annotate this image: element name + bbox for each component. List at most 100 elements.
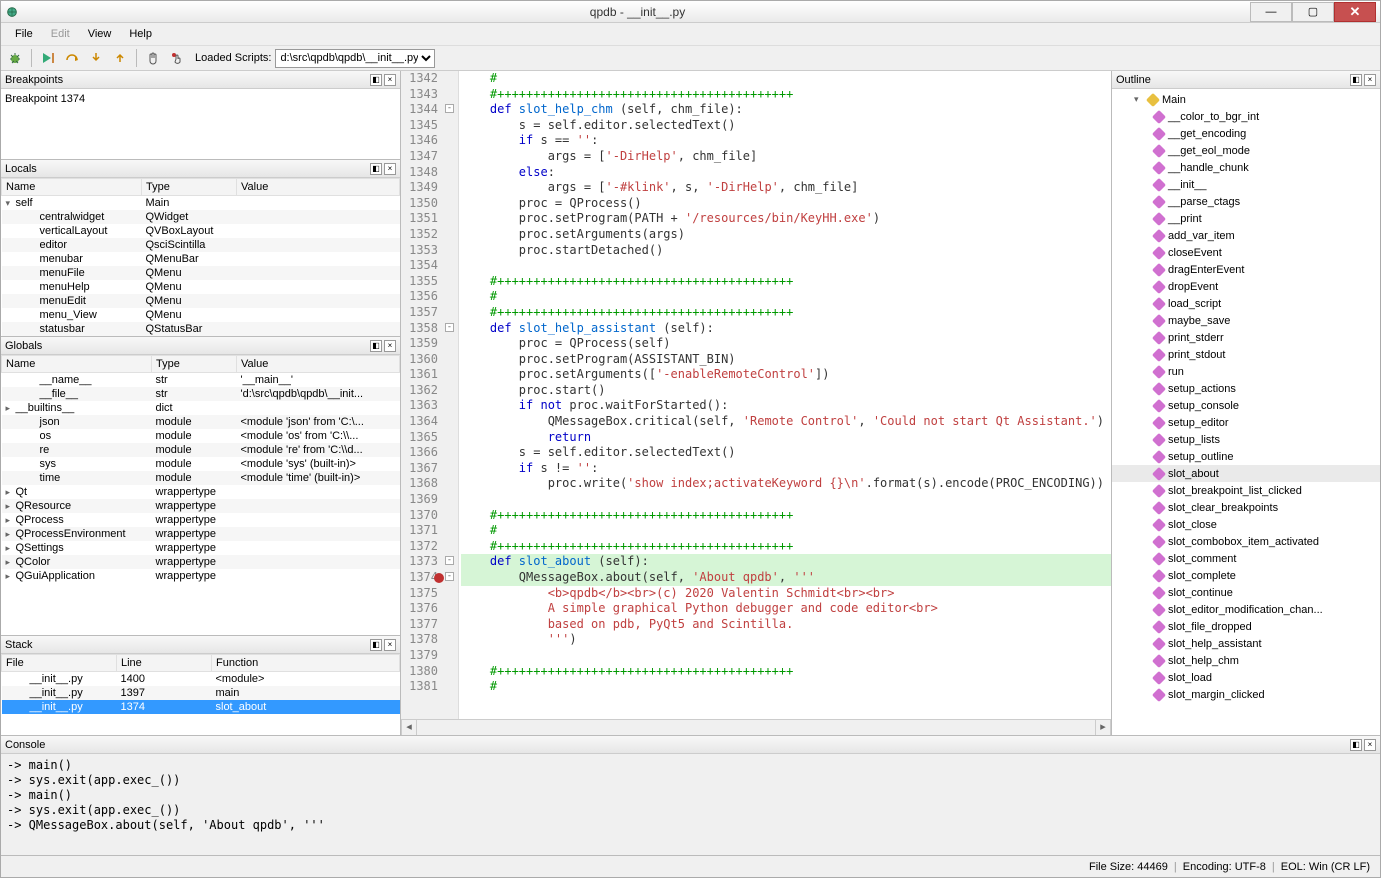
code-line[interactable]: ''') bbox=[461, 632, 1111, 648]
step-into-icon[interactable] bbox=[86, 48, 106, 68]
loaded-scripts-select[interactable]: d:\src\qpdb\qpdb\__init__.py bbox=[275, 49, 435, 68]
code-line[interactable]: #+++++++++++++++++++++++++++++++++++++++… bbox=[461, 87, 1111, 103]
code-line[interactable]: #+++++++++++++++++++++++++++++++++++++++… bbox=[461, 305, 1111, 321]
outline-item[interactable]: slot_help_assistant bbox=[1112, 635, 1380, 652]
float-icon[interactable]: ◧ bbox=[1350, 74, 1362, 86]
code-editor[interactable]: 134213431344-134513461347134813491350135… bbox=[401, 71, 1111, 719]
outline-body[interactable]: ▾Main__color_to_bgr_int__get_encoding__g… bbox=[1112, 89, 1380, 735]
code-line[interactable]: #+++++++++++++++++++++++++++++++++++++++… bbox=[461, 539, 1111, 555]
outline-item[interactable]: closeEvent bbox=[1112, 244, 1380, 261]
tree-row[interactable]: ▸Qtwrappertype bbox=[2, 485, 400, 499]
code-line[interactable] bbox=[461, 648, 1111, 664]
outline-item[interactable]: slot_breakpoint_list_clicked bbox=[1112, 482, 1380, 499]
tree-row[interactable]: menubarQMenuBar bbox=[2, 252, 400, 266]
code-line[interactable] bbox=[461, 492, 1111, 508]
code-line[interactable]: # bbox=[461, 71, 1111, 87]
outline-item[interactable]: slot_load bbox=[1112, 669, 1380, 686]
outline-item[interactable]: maybe_save bbox=[1112, 312, 1380, 329]
float-icon[interactable]: ◧ bbox=[370, 74, 382, 86]
menu-file[interactable]: File bbox=[7, 26, 41, 42]
code-line[interactable]: s = self.editor.selectedText() bbox=[461, 445, 1111, 461]
tree-row[interactable]: timemodule<module 'time' (built-in)> bbox=[2, 471, 400, 485]
outline-item[interactable]: slot_file_dropped bbox=[1112, 618, 1380, 635]
stack-body[interactable]: FileLineFunction __init__.py1400<module>… bbox=[1, 654, 400, 735]
code-line[interactable]: proc.start() bbox=[461, 383, 1111, 399]
outline-item[interactable]: slot_combobox_item_activated bbox=[1112, 533, 1380, 550]
debug-bug-icon[interactable] bbox=[5, 48, 25, 68]
outline-item[interactable]: slot_complete bbox=[1112, 567, 1380, 584]
close-icon[interactable]: × bbox=[1364, 739, 1376, 751]
code-line[interactable]: def slot_about (self): bbox=[461, 554, 1111, 570]
tree-row[interactable]: menu_ViewQMenu bbox=[2, 308, 400, 322]
outline-item[interactable]: slot_clear_breakpoints bbox=[1112, 499, 1380, 516]
outline-item[interactable]: slot_margin_clicked bbox=[1112, 686, 1380, 703]
menu-view[interactable]: View bbox=[80, 26, 120, 42]
outline-item[interactable]: __get_eol_mode bbox=[1112, 142, 1380, 159]
outline-item[interactable]: run bbox=[1112, 363, 1380, 380]
minimize-button[interactable]: — bbox=[1250, 2, 1292, 22]
close-icon[interactable]: × bbox=[384, 163, 396, 175]
tree-row[interactable]: menuFileQMenu bbox=[2, 266, 400, 280]
breakpoint-hand-icon[interactable] bbox=[167, 48, 187, 68]
float-icon[interactable]: ◧ bbox=[370, 639, 382, 651]
menu-edit[interactable]: Edit bbox=[43, 26, 78, 42]
tree-row[interactable]: ▸QGuiApplicationwrappertype bbox=[2, 569, 400, 583]
outline-item[interactable]: slot_close bbox=[1112, 516, 1380, 533]
outline-class[interactable]: ▾Main bbox=[1112, 91, 1380, 108]
globals-body[interactable]: NameTypeValue __name__str'__main__'__fil… bbox=[1, 355, 400, 635]
code-line[interactable]: args = ['-#klink', s, '-DirHelp', chm_fi… bbox=[461, 180, 1111, 196]
tree-row[interactable]: ▸QResourcewrappertype bbox=[2, 499, 400, 513]
outline-item[interactable]: dropEvent bbox=[1112, 278, 1380, 295]
code-line[interactable]: proc.setArguments(args) bbox=[461, 227, 1111, 243]
tree-row[interactable]: sysmodule<module 'sys' (built-in)> bbox=[2, 457, 400, 471]
outline-item[interactable]: add_var_item bbox=[1112, 227, 1380, 244]
code-line[interactable]: def slot_help_assistant (self): bbox=[461, 321, 1111, 337]
close-button[interactable]: ✕ bbox=[1334, 2, 1376, 22]
h-scrollbar[interactable]: ◂▸ bbox=[401, 719, 1111, 735]
close-icon[interactable]: × bbox=[384, 74, 396, 86]
stack-row[interactable]: __init__.py1400<module> bbox=[2, 672, 400, 687]
stack-row[interactable]: __init__.py1397main bbox=[2, 686, 400, 700]
code-line[interactable]: if s != '': bbox=[461, 461, 1111, 477]
code-line[interactable]: if s == '': bbox=[461, 133, 1111, 149]
outline-item[interactable]: __handle_chunk bbox=[1112, 159, 1380, 176]
code-line[interactable]: A simple graphical Python debugger and c… bbox=[461, 601, 1111, 617]
tree-row[interactable]: editorQsciScintilla bbox=[2, 238, 400, 252]
code-line[interactable]: # bbox=[461, 289, 1111, 305]
code-line[interactable]: QMessageBox.about(self, 'About qpdb', ''… bbox=[461, 570, 1111, 586]
outline-item[interactable]: slot_help_chm bbox=[1112, 652, 1380, 669]
tree-row[interactable]: jsonmodule<module 'json' from 'C:\... bbox=[2, 415, 400, 429]
step-over-icon[interactable] bbox=[62, 48, 82, 68]
code-line[interactable]: args = ['-DirHelp', chm_file] bbox=[461, 149, 1111, 165]
console-body[interactable]: -> main()-> sys.exit(app.exec_())-> main… bbox=[1, 754, 1380, 855]
tree-row[interactable]: ▸__builtins__dict bbox=[2, 401, 400, 415]
code-line[interactable]: # bbox=[461, 523, 1111, 539]
breakpoints-body[interactable]: Breakpoint 1374 bbox=[1, 89, 400, 159]
outline-item[interactable]: setup_actions bbox=[1112, 380, 1380, 397]
continue-icon[interactable] bbox=[38, 48, 58, 68]
outline-item[interactable]: slot_about bbox=[1112, 465, 1380, 482]
tree-row[interactable]: osmodule<module 'os' from 'C:\\... bbox=[2, 429, 400, 443]
close-icon[interactable]: × bbox=[384, 340, 396, 352]
step-out-icon[interactable] bbox=[110, 48, 130, 68]
tree-row[interactable]: __name__str'__main__' bbox=[2, 373, 400, 388]
code-line[interactable]: proc = QProcess() bbox=[461, 196, 1111, 212]
code-line[interactable]: <b>qpdb</b><br>(c) 2020 Valentin Schmidt… bbox=[461, 586, 1111, 602]
outline-item[interactable]: __init__ bbox=[1112, 176, 1380, 193]
tree-row[interactable]: statusbarQStatusBar bbox=[2, 322, 400, 336]
hand-icon[interactable] bbox=[143, 48, 163, 68]
tree-row[interactable]: ▸QSettingswrappertype bbox=[2, 541, 400, 555]
tree-row[interactable]: __file__str'd:\src\qpdb\qpdb\__init... bbox=[2, 387, 400, 401]
float-icon[interactable]: ◧ bbox=[370, 340, 382, 352]
code-line[interactable]: else: bbox=[461, 165, 1111, 181]
code-line[interactable]: # bbox=[461, 679, 1111, 695]
maximize-button[interactable]: ▢ bbox=[1292, 2, 1334, 22]
tree-row[interactable]: verticalLayoutQVBoxLayout bbox=[2, 224, 400, 238]
stack-row[interactable]: __init__.py1374slot_about bbox=[2, 700, 400, 714]
code-line[interactable]: #+++++++++++++++++++++++++++++++++++++++… bbox=[461, 508, 1111, 524]
tree-row[interactable]: ▸QColorwrappertype bbox=[2, 555, 400, 569]
code-line[interactable]: proc.setProgram(PATH + '/resources/bin/K… bbox=[461, 211, 1111, 227]
tree-row[interactable]: menuEditQMenu bbox=[2, 294, 400, 308]
code-line[interactable] bbox=[461, 258, 1111, 274]
tree-row[interactable]: ▸QProcessEnvironmentwrappertype bbox=[2, 527, 400, 541]
